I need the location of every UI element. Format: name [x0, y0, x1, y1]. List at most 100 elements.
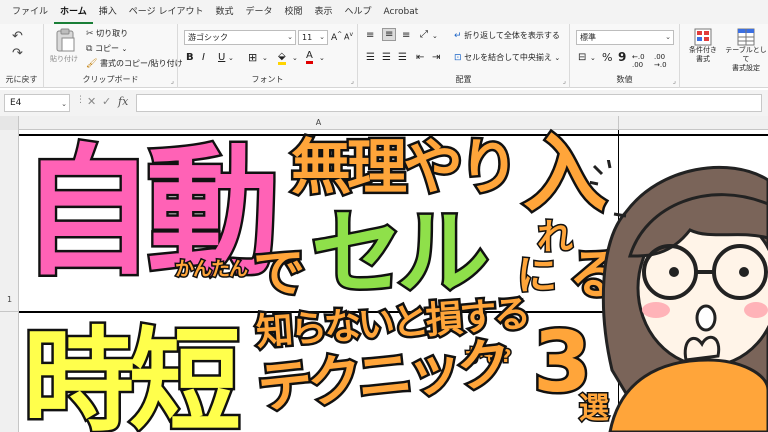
- paste-label: 貼り付け: [50, 55, 78, 63]
- tab-home[interactable]: ホーム: [54, 0, 93, 24]
- bold-button[interactable]: B: [186, 52, 194, 63]
- dialog-launcher-icon[interactable]: ⌟: [351, 77, 354, 85]
- number-group: 標準 ⌄ ⊟ ⌄ % 9 ←.0.00 .00 →.0 数値 ⌟: [570, 24, 680, 88]
- format-as-table-button[interactable]: テーブルとして 書式設定: [724, 28, 768, 72]
- tab-file[interactable]: ファイル: [6, 0, 54, 24]
- chevron-down-icon[interactable]: ⌄: [262, 54, 268, 62]
- dialog-launcher-icon[interactable]: ⌟: [673, 77, 676, 85]
- undo-icon[interactable]: ↶: [12, 29, 23, 44]
- headline-muri: 無理やり: [289, 133, 522, 203]
- format-as-table-label-2: 書式設定: [732, 64, 760, 72]
- table-icon: [737, 28, 755, 46]
- dialog-launcher-icon[interactable]: ⌟: [171, 77, 174, 85]
- tab-formulas[interactable]: 数式: [209, 0, 239, 24]
- number-format-select[interactable]: 標準 ⌄: [576, 30, 674, 45]
- chevron-down-icon: ⌄: [287, 33, 293, 41]
- enter-icon[interactable]: ✓: [102, 95, 111, 108]
- cut-label: 切り取り: [96, 29, 129, 38]
- redo-icon[interactable]: ↷: [12, 46, 23, 61]
- copy-icon: ⧉: [86, 44, 93, 54]
- format-as-table-label-1: テーブルとして: [725, 46, 767, 63]
- tab-help[interactable]: ヘルプ: [339, 0, 378, 24]
- conditional-formatting-button[interactable]: 条件付き 書式: [684, 28, 722, 72]
- headline-ni: に: [516, 253, 559, 299]
- font-name-select[interactable]: 游ゴシック ⌄: [184, 30, 296, 45]
- chevron-down-icon[interactable]: ⌄: [319, 54, 325, 62]
- clipboard-icon: [56, 28, 75, 52]
- merge-center-button[interactable]: ⊡ セルを結合して中央揃え ⌄: [454, 52, 560, 63]
- wrap-text-icon: ↵: [454, 31, 462, 41]
- tab-acrobat[interactable]: Acrobat: [378, 0, 425, 24]
- formula-input[interactable]: [136, 94, 762, 112]
- copy-button[interactable]: ⧉ コピー ⌄: [86, 43, 127, 54]
- chevron-down-icon: ⌄: [554, 54, 561, 62]
- tab-insert[interactable]: 挿入: [93, 0, 123, 24]
- decrease-indent-icon[interactable]: ⇤: [416, 52, 424, 63]
- font-size-select[interactable]: 11 ⌄: [298, 30, 328, 45]
- align-top-icon[interactable]: ≡: [366, 30, 374, 41]
- select-all-button[interactable]: [0, 116, 19, 130]
- row-header-1[interactable]: 1: [0, 130, 19, 312]
- borders-icon[interactable]: ⊞: [248, 51, 257, 64]
- clipboard-group: 貼り付け ✂ 切り取り ⧉ コピー ⌄ 🖌 書式のコピー/貼り付け クリップボー…: [44, 24, 183, 88]
- increase-decimal-icon[interactable]: ←.0.00: [632, 53, 645, 69]
- headline-de: で: [250, 244, 307, 304]
- copy-label: コピー: [94, 44, 119, 53]
- orientation-icon[interactable]: ⤢: [420, 29, 428, 40]
- insert-function-icon[interactable]: fx: [118, 95, 128, 108]
- conditional-formatting-icon: [694, 28, 712, 46]
- styles-group: 条件付き 書式 テーブルとして 書式設定: [680, 24, 768, 88]
- chevron-down-icon[interactable]: ⌄: [292, 54, 298, 62]
- underline-button[interactable]: U: [218, 52, 225, 63]
- decrease-decimal-icon[interactable]: .00 →.0: [654, 53, 667, 69]
- tab-view[interactable]: 表示: [309, 0, 339, 24]
- merge-center-label: セルを結合して中央揃え: [464, 53, 552, 62]
- alignment-group: ≡ ≡ ≡ ⤢ ⌄ ☰ ☰ ☰ ⇤ ⇥ ↵ 折り返して全体を表示する ⊡ セルを…: [358, 24, 570, 88]
- tab-page-layout[interactable]: ページ レイアウト: [123, 0, 210, 24]
- format-painter-button[interactable]: 🖌 書式のコピー/貼り付け: [86, 58, 183, 69]
- scissors-icon: ✂: [86, 29, 94, 39]
- chevron-down-icon[interactable]: ⌄: [590, 54, 596, 62]
- row-header-bar: 1: [0, 130, 19, 432]
- align-right-icon[interactable]: ☰: [398, 52, 407, 63]
- chevron-down-icon: ⌄: [665, 33, 671, 41]
- font-name-value: 游ゴシック: [188, 33, 228, 42]
- chevron-down-icon[interactable]: ⌄: [228, 54, 234, 62]
- column-header-bar: A: [0, 116, 768, 130]
- paste-button[interactable]: 貼り付け: [50, 28, 80, 68]
- name-box-value: E4: [10, 98, 22, 108]
- align-left-icon[interactable]: ☰: [366, 52, 375, 63]
- align-bottom-icon[interactable]: ≡: [402, 30, 410, 41]
- font-size-value: 11: [302, 33, 313, 42]
- number-group-label: 数値: [616, 75, 633, 84]
- headline-jitan: 時短: [21, 317, 244, 432]
- increase-indent-icon[interactable]: ⇥: [432, 52, 440, 63]
- currency-icon[interactable]: ⊟: [578, 52, 586, 63]
- cancel-icon[interactable]: ✕: [87, 95, 96, 108]
- comma-style-icon[interactable]: 9: [618, 50, 626, 64]
- dialog-launcher-icon[interactable]: ⌟: [563, 77, 566, 85]
- undo-group-label: 元に戻す: [5, 75, 38, 84]
- chevron-down-icon: ⌄: [319, 33, 325, 41]
- increase-font-icon[interactable]: A^: [331, 31, 342, 43]
- font-color-icon[interactable]: A: [306, 50, 313, 64]
- name-box[interactable]: E4 ⌄: [4, 94, 70, 112]
- wrap-text-button[interactable]: ↵ 折り返して全体を表示する: [454, 30, 560, 41]
- align-center-icon[interactable]: ☰: [382, 52, 391, 63]
- cut-button[interactable]: ✂ 切り取り: [86, 28, 128, 39]
- font-group-label: フォント: [251, 75, 284, 84]
- decrease-font-icon[interactable]: Av: [344, 31, 353, 42]
- chevron-down-icon[interactable]: ⌄: [432, 32, 438, 40]
- italic-button[interactable]: I: [202, 52, 205, 63]
- percent-icon[interactable]: %: [602, 51, 612, 64]
- headline-re: れ: [535, 217, 574, 258]
- font-group: 游ゴシック ⌄ 11 ⌄ A^ Av B I U ⌄ ⊞ ⌄ ⬙ ⌄ A ⌄ フ…: [178, 24, 358, 88]
- tab-review[interactable]: 校閲: [278, 0, 308, 24]
- tab-data[interactable]: データ: [239, 0, 278, 24]
- align-middle-icon[interactable]: ≡: [382, 28, 397, 41]
- merge-cells-icon: ⊡: [454, 53, 462, 63]
- fill-color-icon[interactable]: ⬙: [278, 51, 286, 65]
- wrap-text-label: 折り返して全体を表示する: [464, 31, 560, 40]
- undo-group: ↶ ↷ 元に戻す: [0, 24, 44, 88]
- headline-kantan: かんたん: [173, 258, 249, 280]
